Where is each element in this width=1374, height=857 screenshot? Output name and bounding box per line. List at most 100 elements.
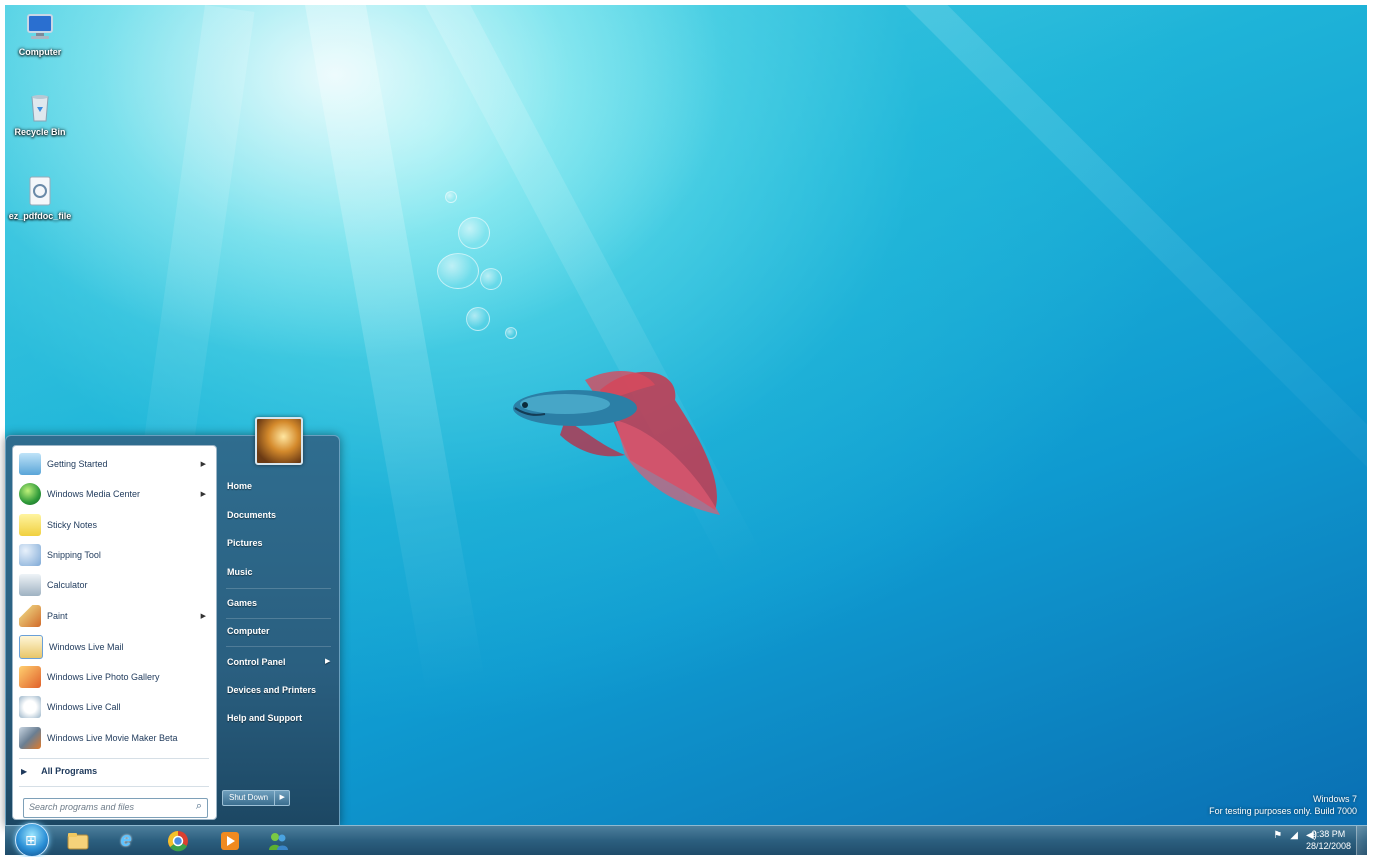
program-label: Snipping Tool — [47, 549, 101, 560]
bubble — [445, 191, 457, 203]
place-label: Home — [227, 481, 253, 491]
separator — [226, 646, 331, 647]
search-icon[interactable]: ⌕ — [196, 800, 202, 813]
program-paint[interactable]: Paint ▶ — [17, 601, 212, 630]
taskbar: ⊞ e ⚑ ◢ ◀) 9:38 PM 28/12/2008 — [5, 823, 1367, 857]
chrome-icon — [168, 830, 188, 851]
separator — [19, 786, 209, 787]
shutdown-group: Shut Down ▶ — [222, 790, 291, 806]
place-pictures[interactable]: Pictures — [227, 538, 263, 548]
submenu-arrow-icon[interactable]: ▶ — [201, 460, 206, 468]
place-control-panel[interactable]: Control Panel ▶ — [227, 657, 330, 667]
shutdown-options-button[interactable]: ▶ — [275, 790, 291, 806]
all-programs-button[interactable]: ▶ All Programs — [21, 766, 97, 776]
sticky-notes-icon — [19, 513, 41, 536]
program-movie-maker[interactable]: Windows Live Movie Maker Beta — [17, 723, 212, 752]
recycle-bin-icon — [24, 91, 56, 123]
program-label: Calculator — [47, 579, 88, 590]
show-desktop-button[interactable] — [1356, 826, 1367, 855]
desktop-icon-label: Recycle Bin — [14, 127, 66, 137]
media-player-icon — [221, 831, 239, 850]
paint-icon — [19, 604, 41, 627]
clock-date: 28/12/2008 — [1305, 841, 1351, 851]
triangle-right-icon: ▶ — [21, 766, 28, 776]
clock-time: 9:38 PM — [1311, 829, 1346, 839]
place-music[interactable]: Music — [227, 567, 253, 577]
place-games[interactable]: Games — [227, 598, 257, 608]
taskbar-explorer[interactable] — [63, 828, 93, 853]
action-center-flag-icon[interactable]: ⚑ — [1273, 830, 1282, 841]
clock[interactable]: 9:38 PM 28/12/2008 — [1306, 828, 1351, 852]
search-placeholder: Search programs and files — [29, 802, 135, 812]
live-mail-icon — [19, 634, 43, 659]
place-home[interactable]: Home — [227, 481, 252, 491]
program-photo-gallery[interactable]: Windows Live Photo Gallery — [17, 662, 212, 691]
place-help-support[interactable]: Help and Support — [227, 713, 302, 723]
program-media-center[interactable]: Windows Media Center ▶ — [17, 479, 212, 508]
live-call-icon — [19, 695, 41, 718]
explorer-icon — [67, 832, 89, 849]
betta-fish-wallpaper — [513, 370, 720, 515]
place-label: Devices and Printers — [227, 685, 317, 695]
program-label: Windows Live Photo Gallery — [47, 671, 160, 682]
taskbar-chrome[interactable] — [163, 828, 193, 853]
place-devices-printers[interactable]: Devices and Printers — [227, 685, 316, 695]
separator — [226, 618, 331, 619]
place-label: Computer — [227, 626, 270, 636]
taskbar-internet-explorer[interactable]: e — [111, 828, 141, 853]
submenu-arrow-icon[interactable]: ▶ — [325, 657, 330, 665]
place-computer[interactable]: Computer — [227, 626, 270, 636]
snipping-tool-icon — [19, 543, 41, 566]
program-label: Windows Media Center — [47, 488, 141, 499]
program-live-call[interactable]: Windows Live Call — [17, 692, 212, 721]
bubble — [466, 307, 490, 331]
program-calculator[interactable]: Calculator — [17, 570, 212, 599]
user-avatar[interactable] — [255, 417, 303, 465]
desktop-icon-label: ez_pdfdoc_file — [8, 211, 72, 221]
computer-icon — [24, 11, 56, 43]
messenger-icon — [269, 832, 288, 850]
bubble — [480, 268, 502, 290]
movie-maker-icon — [19, 726, 41, 749]
internet-explorer-icon: e — [120, 829, 132, 851]
program-label: Windows Live Mail — [49, 641, 124, 652]
place-label: Control Panel — [227, 657, 286, 667]
place-label: Documents — [227, 510, 277, 520]
photo-gallery-icon — [19, 665, 41, 688]
media-center-icon — [19, 482, 41, 505]
separator — [19, 758, 209, 759]
start-menu-programs-pane: Getting Started ▶ Windows Media Center ▶… — [12, 445, 217, 820]
submenu-arrow-icon[interactable]: ▶ — [201, 612, 206, 620]
calculator-icon — [19, 573, 41, 596]
separator — [226, 588, 331, 589]
program-snipping-tool[interactable]: Snipping Tool — [17, 540, 212, 569]
all-programs-label: All Programs — [41, 766, 98, 776]
program-getting-started[interactable]: Getting Started ▶ — [17, 449, 212, 478]
desktop-icon-computer[interactable]: Computer — [8, 11, 72, 57]
program-live-mail[interactable]: Windows Live Mail — [17, 632, 212, 661]
submenu-arrow-icon[interactable]: ▶ — [201, 490, 206, 498]
desktop-icon-label: Computer — [18, 47, 62, 57]
program-label: Sticky Notes — [47, 519, 98, 530]
place-label: Games — [227, 598, 258, 608]
start-menu: Getting Started ▶ Windows Media Center ▶… — [5, 417, 340, 827]
start-button[interactable]: ⊞ — [15, 823, 49, 857]
build-watermark: Windows 7 For testing purposes only. Bui… — [1209, 793, 1357, 817]
shutdown-button[interactable]: Shut Down — [222, 790, 276, 806]
taskbar-media-player[interactable] — [215, 828, 245, 853]
network-icon[interactable]: ◢ — [1290, 830, 1298, 841]
place-documents[interactable]: Documents — [227, 510, 276, 520]
file-icon — [24, 175, 56, 207]
taskbar-messenger[interactable] — [263, 828, 293, 853]
program-label: Getting Started — [47, 458, 108, 469]
light-ray — [905, 5, 1367, 571]
watermark-line2: For testing purposes only. Build 7000 — [1209, 806, 1357, 816]
desktop-icon-recycle-bin[interactable]: Recycle Bin — [8, 91, 72, 137]
program-label: Windows Live Movie Maker Beta — [47, 732, 178, 743]
search-input[interactable]: Search programs and files ⌕ — [23, 798, 208, 818]
place-label: Help and Support — [227, 713, 302, 723]
program-sticky-notes[interactable]: Sticky Notes — [17, 510, 212, 539]
windows-logo-icon: ⊞ — [25, 832, 37, 848]
place-label: Music — [227, 567, 253, 577]
desktop-icon-file[interactable]: ez_pdfdoc_file — [8, 175, 72, 221]
